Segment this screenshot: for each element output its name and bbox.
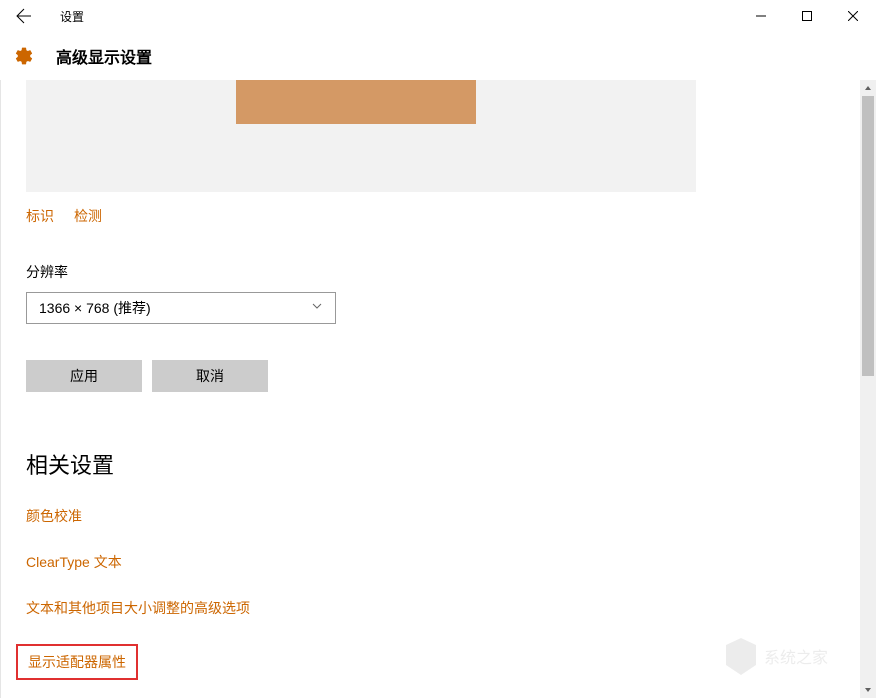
- minimize-button[interactable]: [738, 0, 784, 32]
- related-links-list: 颜色校准 ClearType 文本 文本和其他项目大小调整的高级选项 显示适配器…: [26, 506, 876, 700]
- cleartype-link[interactable]: ClearType 文本: [26, 552, 876, 572]
- close-button[interactable]: [830, 0, 876, 32]
- cancel-button[interactable]: 取消: [152, 360, 268, 392]
- window-title: 设置: [60, 8, 84, 25]
- scrollbar-thumb[interactable]: [862, 96, 874, 376]
- page-title: 高级显示设置: [56, 44, 152, 68]
- resolution-dropdown[interactable]: 1366 × 768 (推荐): [26, 292, 336, 324]
- display-preview-area: [26, 80, 696, 192]
- titlebar: 设置: [0, 0, 876, 32]
- back-arrow-icon: [16, 8, 32, 24]
- gear-icon: [14, 46, 34, 66]
- identify-link[interactable]: 标识: [26, 206, 54, 226]
- scrollbar-track[interactable]: [860, 80, 876, 698]
- scrollbar-down-arrow-icon[interactable]: [860, 682, 876, 698]
- close-icon: [848, 11, 858, 21]
- left-divider: [0, 80, 1, 698]
- page-header: 高级显示设置: [0, 32, 876, 80]
- monitor-preview[interactable]: [236, 80, 476, 124]
- action-button-row: 应用 取消: [26, 360, 876, 392]
- scrollbar-up-arrow-icon[interactable]: [860, 80, 876, 96]
- window-controls: [738, 0, 876, 32]
- back-button[interactable]: [0, 0, 48, 32]
- resolution-label: 分辨率: [26, 262, 876, 282]
- maximize-button[interactable]: [784, 0, 830, 32]
- resolution-value: 1366 × 768 (推荐): [39, 298, 151, 318]
- apply-button[interactable]: 应用: [26, 360, 142, 392]
- chevron-down-icon: [311, 299, 323, 317]
- display-link-row: 标识 检测: [26, 206, 876, 226]
- related-settings-title: 相关设置: [26, 448, 876, 480]
- color-calibration-link[interactable]: 颜色校准: [26, 506, 876, 526]
- text-sizing-link[interactable]: 文本和其他项目大小调整的高级选项: [26, 598, 876, 618]
- display-adapter-highlight: 显示适配器属性: [16, 644, 138, 680]
- maximize-icon: [802, 11, 812, 21]
- content-area: 标识 检测 分辨率 1366 × 768 (推荐) 应用 取消 相关设置 颜色校…: [0, 80, 876, 698]
- detect-link[interactable]: 检测: [74, 206, 102, 226]
- minimize-icon: [756, 11, 766, 21]
- display-adapter-link[interactable]: 显示适配器属性: [28, 654, 126, 670]
